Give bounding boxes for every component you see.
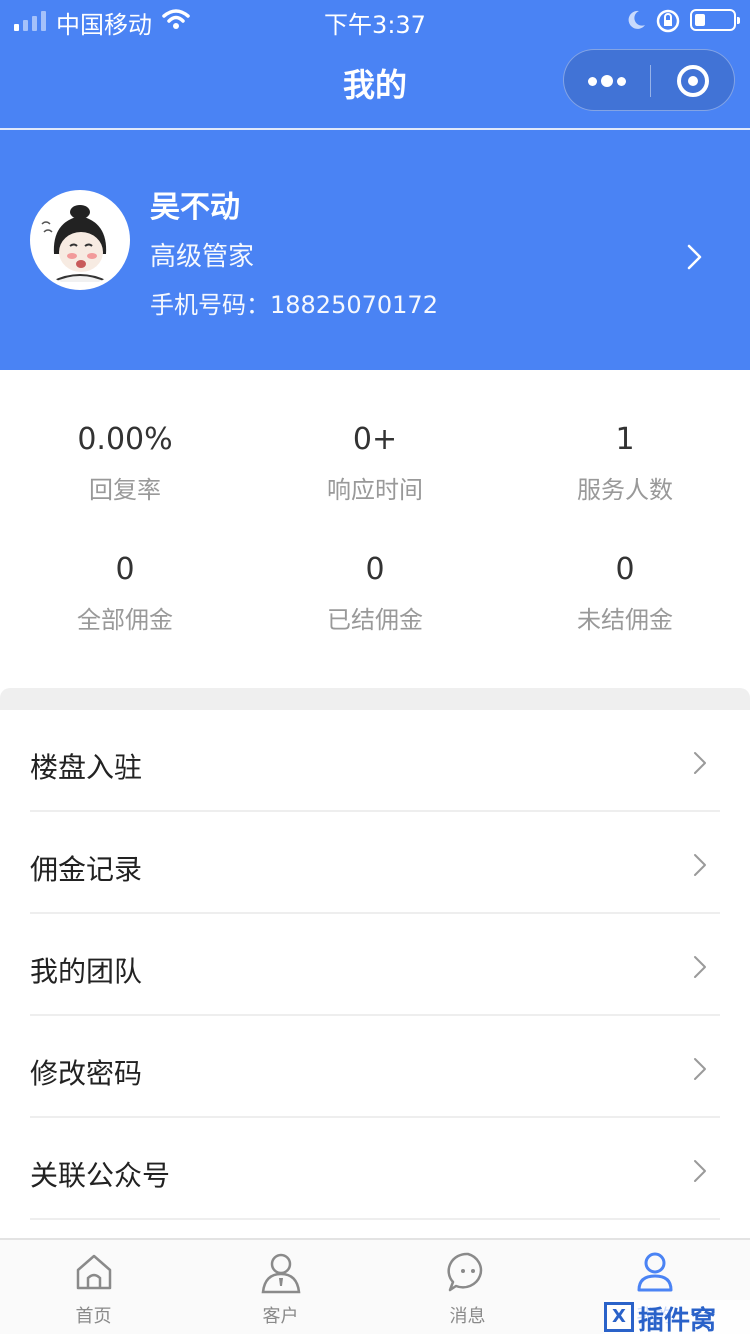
stat-reply-rate: 0.00% 回复率 [0,420,250,505]
navigation-bar: 我的 [0,40,750,130]
menu-item-label: 修改密码 [30,1057,143,1090]
stat-label: 响应时间 [327,476,423,504]
stat-value: 0 [365,552,385,587]
stat-label: 服务人数 [577,476,673,504]
stat-total-commission: 0 全部佣金 [0,550,250,635]
watermark-logo: X [604,1302,634,1332]
dot-icon [588,77,597,86]
section-divider [0,688,750,710]
mini-program-capsule [563,49,735,111]
tab-messages[interactable]: 消息 [374,1240,561,1334]
user-role: 高级管家 [150,242,255,272]
customer-icon [261,1253,301,1294]
tab-label: 首页 [75,1306,112,1327]
dot-icon [617,77,626,86]
profile-icon [637,1252,673,1292]
menu-item-link-official-account[interactable]: 关联公众号 [30,1118,720,1220]
stat-response-time: 0+ 响应时间 [250,420,500,505]
more-menu-button[interactable] [564,50,650,112]
stat-value: 0 [115,552,135,587]
menu-item-commission-records[interactable]: 佣金记录 [30,812,720,914]
stat-label: 全部佣金 [77,606,173,634]
stat-value: 1 [615,422,635,457]
chevron-right-icon [687,244,702,270]
rotation-lock-icon [656,9,680,33]
tab-customers[interactable]: 客户 [187,1240,374,1334]
chevron-right-icon [694,956,706,978]
phone-number: 18825070172 [270,291,438,319]
chevron-right-icon [694,752,706,774]
menu-item-change-password[interactable]: 修改密码 [30,1016,720,1118]
status-bar: 中国移动 下午3:37 [0,0,750,40]
stat-label: 已结佣金 [327,606,423,634]
message-icon [447,1252,483,1292]
stat-served-count: 1 服务人数 [500,420,750,505]
avatar [30,190,130,290]
menu-item-label: 我的团队 [30,955,143,988]
menu-item-label: 关联公众号 [30,1159,171,1192]
tab-label: 客户 [262,1306,299,1327]
menu-list: 楼盘入驻 佣金记录 我的团队 修改密码 关联公众号 [0,710,750,1220]
stats-panel: 0.00% 回复率 0+ 响应时间 1 服务人数 0 全部佣金 0 已结佣金 0… [0,370,750,688]
menu-item-label: 佣金记录 [30,853,143,886]
tab-home[interactable]: 首页 [0,1240,187,1334]
stat-label: 未结佣金 [577,606,673,634]
tab-label: 消息 [449,1306,486,1327]
avatar-image [34,194,126,286]
home-icon [76,1254,112,1290]
battery-icon [690,9,740,31]
watermark-text: 插件窝 [638,1306,717,1334]
menu-item-label: 楼盘入驻 [30,751,143,784]
stat-value: 0 [615,552,635,587]
user-name: 吴不动 [150,190,240,225]
stat-settled-commission: 0 已结佣金 [250,550,500,635]
chevron-right-icon [694,854,706,876]
user-phone: 手机号码：18825070172 [150,285,438,320]
stat-value: 0+ [352,422,398,457]
stat-unsettled-commission: 0 未结佣金 [500,550,750,635]
do-not-disturb-icon [628,10,645,29]
profile-card[interactable]: 吴不动 高级管家 手机号码：18825070172 [0,130,750,370]
dot-icon [601,75,613,87]
chevron-right-icon [694,1058,706,1080]
stat-value: 0.00% [77,422,173,457]
phone-label: 手机号码： [150,291,270,319]
watermark: X 插件窝 [604,1300,750,1334]
close-mini-program-button[interactable] [650,50,736,112]
menu-item-my-team[interactable]: 我的团队 [30,914,720,1016]
menu-item-property-listing[interactable]: 楼盘入驻 [30,710,720,812]
stat-label: 回复率 [89,476,161,504]
chevron-right-icon [694,1160,706,1182]
